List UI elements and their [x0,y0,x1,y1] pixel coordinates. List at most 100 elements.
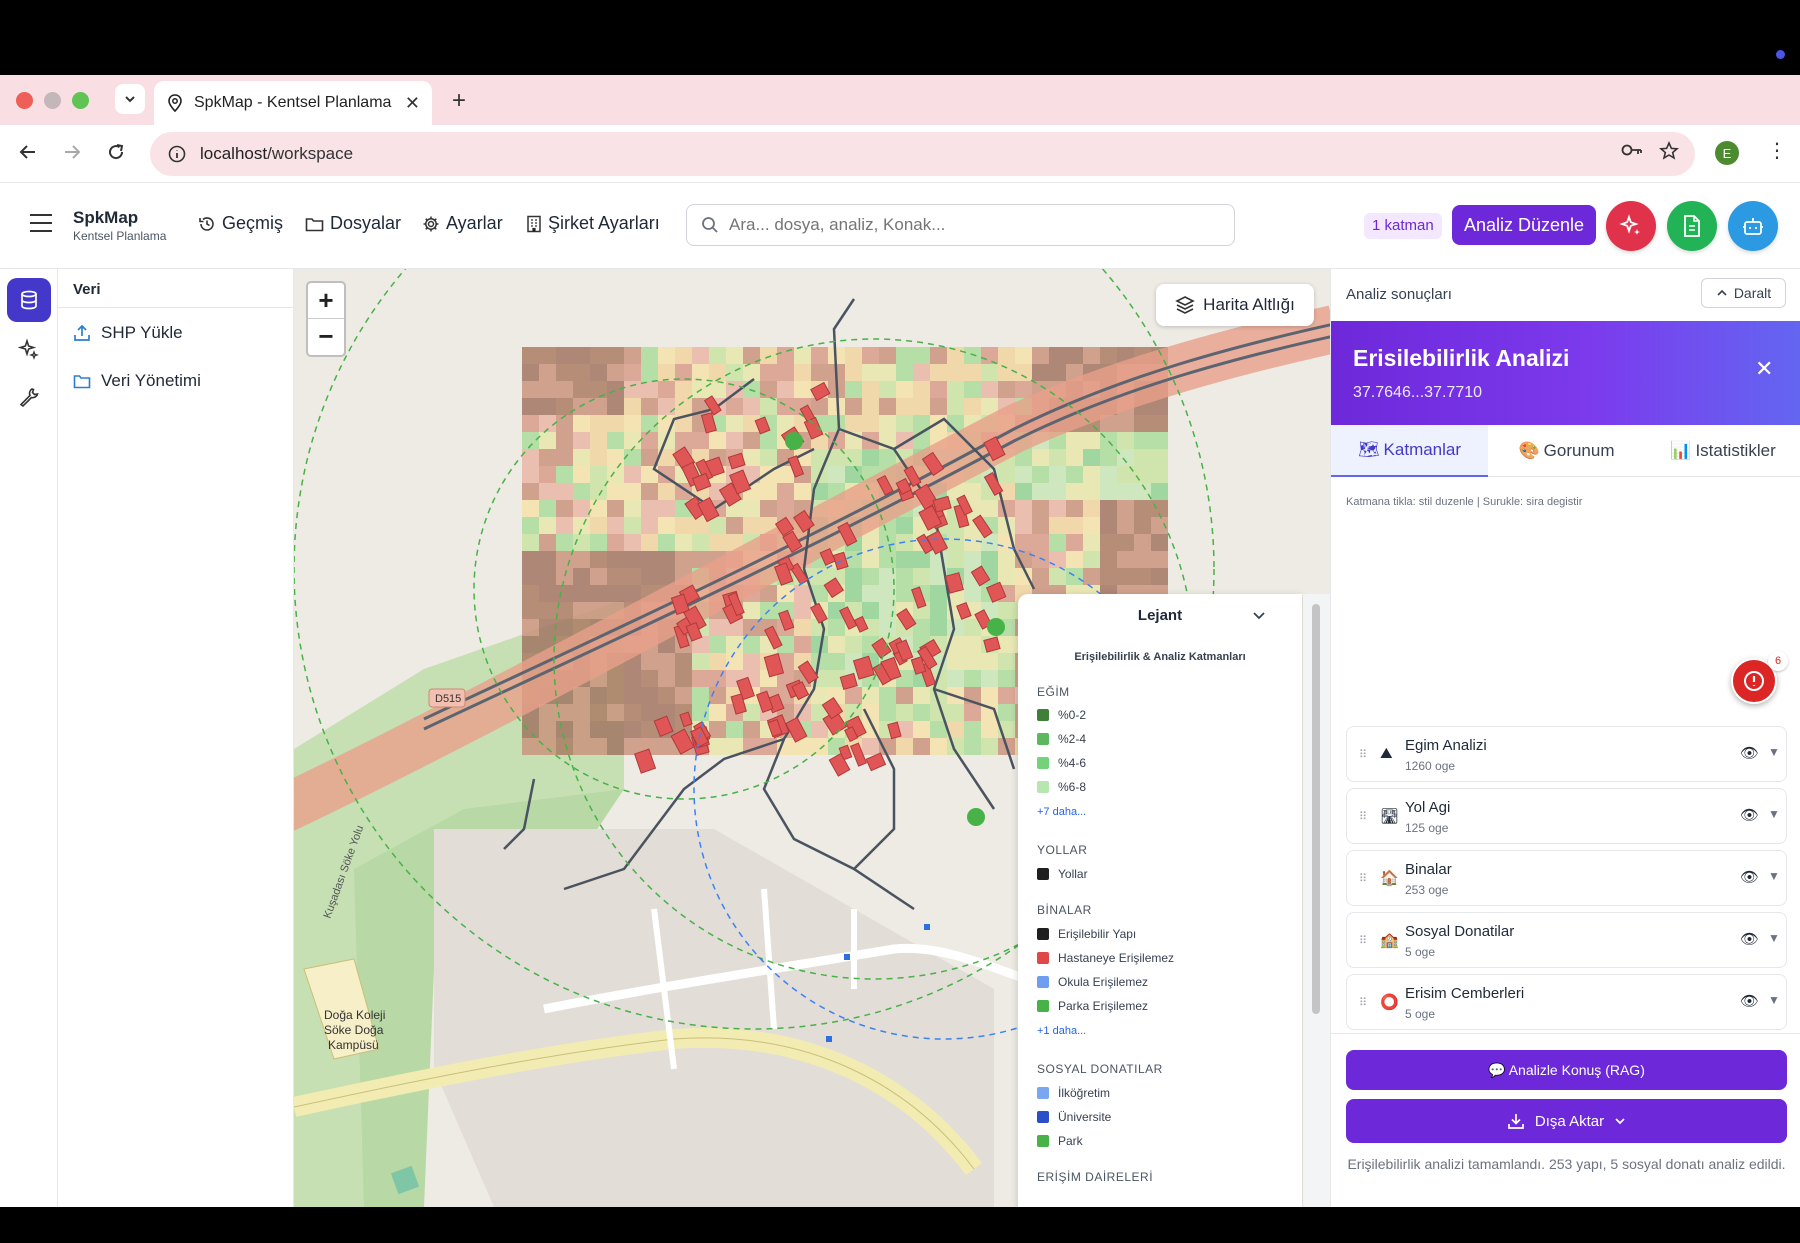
raster-cell [1083,568,1100,585]
layer-card[interactable]: ⠿ ⛰ Egim Analizi 1260 oge 👁 ▼ [1346,726,1787,782]
raster-cell [692,653,709,670]
drag-handle-icon[interactable]: ⠿ [1359,810,1367,823]
legend-scroll-thumb[interactable] [1312,604,1320,1014]
browser-menu-icon[interactable]: ⋮ [1767,138,1787,163]
raster-cell [590,500,607,517]
raster-cell [862,602,879,619]
search-input[interactable] [729,215,1209,235]
zoom-out-button[interactable]: − [308,319,344,355]
nav-company-settings[interactable]: Şirket Ayarları [526,213,660,234]
chat-with-analysis-button[interactable]: 💬 Analizle Konuş (RAG) [1346,1050,1787,1090]
bookmark-star-icon[interactable] [1659,141,1679,167]
tab-appearance[interactable]: 🎨 Gorunum [1488,425,1645,477]
raster-cell [726,432,743,449]
raster-cell [794,347,811,364]
raster-cell [675,534,692,551]
tab-close-icon[interactable]: ✕ [405,93,420,114]
visibility-eye-icon[interactable]: 👁 [1740,992,1759,1010]
raster-cell [981,500,998,517]
tab-statistics[interactable]: 📊 Istatistikler [1645,425,1800,477]
search-box[interactable] [686,204,1235,246]
raster-cell [896,585,913,602]
visibility-eye-icon[interactable]: 👁 [1740,806,1759,824]
ai-assistant-button[interactable] [1606,201,1656,251]
nav-history[interactable]: Geçmiş [198,213,283,234]
raster-cell [556,432,573,449]
raster-cell [624,483,641,500]
school-point[interactable] [924,924,930,930]
chevron-down-icon[interactable]: ▼ [1768,993,1780,1007]
legend-more-link[interactable]: +7 daha... [1037,806,1086,818]
profile-avatar[interactable]: E [1715,141,1739,165]
drag-handle-icon[interactable]: ⠿ [1359,934,1367,947]
sidebar-item-shp-upload[interactable]: SHP Yükle [73,323,183,343]
chevron-down-icon[interactable] [1252,608,1266,624]
park-point[interactable] [967,808,985,826]
new-tab-button[interactable]: + [452,87,466,115]
visibility-eye-icon[interactable]: 👁 [1740,930,1759,948]
map-view[interactable]: Doğa Koleji Söke Doğa Kampüsü Kuşadası Sök… [294,269,1330,1207]
back-arrow-icon[interactable] [18,142,38,168]
nav-files[interactable]: Dosyalar [305,213,401,234]
chevron-down-icon[interactable]: ▼ [1768,745,1780,759]
browser-tab[interactable]: SpkMap - Kentsel Planlama A ✕ [154,81,432,125]
park-point[interactable] [987,618,1005,636]
legend-swatch [1037,733,1049,745]
reload-icon[interactable] [106,142,126,168]
bot-button[interactable] [1728,201,1778,251]
building[interactable] [865,752,887,772]
rail-analysis-button[interactable] [7,327,51,371]
tab-search-button[interactable] [115,84,145,114]
visibility-eye-icon[interactable]: 👁 [1740,868,1759,886]
forward-arrow-icon[interactable] [62,142,82,168]
close-icon[interactable]: ✕ [1755,356,1773,382]
raster-cell [1015,483,1032,500]
raster-cell [896,381,913,398]
raster-cell [998,381,1015,398]
rail-data-button[interactable] [7,278,51,322]
layer-name: Egim Analizi [1405,737,1487,754]
nav-settings[interactable]: Ayarlar [422,213,503,234]
edit-analysis-button[interactable]: Analiz Düzenle [1452,205,1596,245]
raster-cell [607,670,624,687]
raster-cell [692,432,709,449]
raster-cell [1015,466,1032,483]
window-maximize-button[interactable] [72,92,89,109]
window-close-button[interactable] [16,92,33,109]
export-button[interactable]: Dışa Aktar [1346,1099,1787,1143]
sidebar-item-data-management[interactable]: Veri Yönetimi [73,371,201,391]
drag-handle-icon[interactable]: ⠿ [1359,872,1367,885]
raster-cell [539,704,556,721]
rail-tools-button[interactable] [7,375,51,419]
report-button[interactable] [1667,201,1717,251]
alert-button[interactable]: 6 [1731,651,1788,704]
school-point[interactable] [844,954,850,960]
password-key-icon[interactable] [1621,142,1643,163]
drag-handle-icon[interactable]: ⠿ [1359,996,1367,1009]
legend-label: Yollar [1058,867,1088,881]
address-bar[interactable]: localhost/workspace [150,132,1695,176]
raster-cell [624,466,641,483]
chevron-down-icon[interactable]: ▼ [1768,869,1780,883]
drag-handle-icon[interactable]: ⠿ [1359,748,1367,761]
park-point[interactable] [785,432,803,450]
chevron-down-icon[interactable]: ▼ [1768,931,1780,945]
raster-cell [1015,517,1032,534]
zoom-in-button[interactable]: + [308,283,344,319]
layer-card[interactable]: ⠿ 🏠 Binalar 253 oge 👁 ▼ [1346,850,1787,906]
collapse-button[interactable]: Daralt [1701,278,1786,308]
legend-scrollbar[interactable] [1303,594,1330,1207]
layer-card[interactable]: ⠿ 🛣 Yol Agi 125 oge 👁 ▼ [1346,788,1787,844]
layer-card[interactable]: ⠿ ⭕ Erisim Cemberleri 5 oge 👁 ▼ [1346,974,1787,1030]
chevron-down-icon[interactable]: ▼ [1768,807,1780,821]
tab-layers[interactable]: 🗺 Katmanlar [1331,425,1488,477]
site-info-icon[interactable] [168,145,186,163]
school-point[interactable] [826,1036,832,1042]
layer-card[interactable]: ⠿ 🏫 Sosyal Donatilar 5 oge 👁 ▼ [1346,912,1787,968]
hamburger-menu-icon[interactable] [30,214,52,232]
legend-more-link[interactable]: +1 daha... [1037,1025,1086,1037]
basemap-button[interactable]: Harita Altlığı [1156,284,1314,326]
window-minimize-button[interactable] [44,92,61,109]
visibility-eye-icon[interactable]: 👁 [1740,744,1759,762]
raster-cell [709,534,726,551]
